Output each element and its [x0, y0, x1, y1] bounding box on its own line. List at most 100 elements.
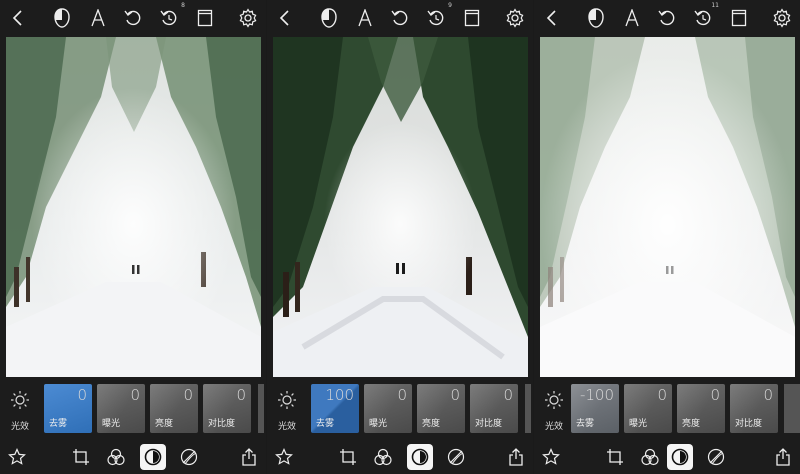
history-icon[interactable]: 8	[157, 2, 185, 30]
category-label: 光效	[277, 422, 296, 432]
undo-icon[interactable]	[388, 6, 412, 30]
contrast-label: 对比度	[475, 419, 503, 429]
next-tile-edge[interactable]	[784, 384, 800, 433]
undo-icon[interactable]	[121, 6, 145, 30]
history-count: 9	[448, 2, 452, 9]
exposure-tile[interactable]: 0 曝光	[624, 384, 672, 433]
adjust-icon[interactable]	[667, 444, 693, 470]
contrast-label: 对比度	[735, 419, 763, 429]
exposure-label: 曝光	[102, 419, 121, 429]
brightness-value: 0	[710, 386, 720, 404]
text-icon[interactable]	[353, 6, 377, 30]
contrast-tile[interactable]: 0 对比度	[470, 384, 518, 433]
star-icon[interactable]	[538, 444, 564, 470]
bottom-toolbar	[267, 440, 533, 474]
curves-icon[interactable]	[443, 444, 469, 470]
adjust-icon[interactable]	[140, 444, 166, 470]
contrast-value: 0	[503, 386, 513, 404]
settings-icon[interactable]	[503, 6, 527, 30]
brightness-tile[interactable]: 0 亮度	[677, 384, 725, 433]
settings-icon[interactable]	[236, 6, 260, 30]
category-label: 光效	[544, 422, 563, 432]
editor-screens: 8 光效 0 去雾 0 曝光 0 亮度 0 对比度 9 光效 100 去雾 0 …	[0, 0, 800, 474]
undo-icon[interactable]	[655, 6, 679, 30]
brightness-label: 亮度	[422, 419, 441, 429]
adjustment-strip: 光效 100 去雾 0 曝光 0 亮度 0 对比度	[267, 384, 533, 434]
crop-frame-icon[interactable]	[727, 6, 751, 30]
exposure-value: 0	[657, 386, 667, 404]
brightness-tile[interactable]: 0 亮度	[150, 384, 198, 433]
sun-icon[interactable]	[540, 386, 568, 414]
filters-icon[interactable]	[637, 444, 663, 470]
next-tile-edge[interactable]	[258, 384, 264, 433]
photo-preview[interactable]	[540, 37, 795, 377]
filters-icon[interactable]	[370, 444, 396, 470]
history-count: 8	[181, 2, 185, 9]
dehaze-label: 去雾	[49, 419, 68, 429]
bottom-toolbar	[534, 440, 800, 474]
back-icon[interactable]	[540, 6, 564, 30]
next-tile-edge[interactable]	[525, 384, 531, 433]
photo-preview[interactable]	[273, 37, 528, 377]
dehaze-value: 0	[77, 386, 87, 404]
share-icon[interactable]	[503, 444, 529, 470]
brightness-label: 亮度	[155, 419, 174, 429]
exposure-label: 曝光	[369, 419, 388, 429]
curves-icon[interactable]	[703, 444, 729, 470]
mask-icon[interactable]	[584, 6, 608, 30]
back-icon[interactable]	[273, 6, 297, 30]
dehaze-value: 100	[325, 386, 354, 404]
brightness-value: 0	[183, 386, 193, 404]
brightness-label: 亮度	[682, 419, 701, 429]
mask-icon[interactable]	[50, 6, 74, 30]
top-toolbar: 8	[0, 0, 266, 36]
back-icon[interactable]	[6, 6, 30, 30]
history-count: 11	[711, 2, 719, 9]
settings-icon[interactable]	[770, 6, 794, 30]
exposure-value: 0	[130, 386, 140, 404]
sun-icon[interactable]	[273, 386, 301, 414]
dehaze-tile[interactable]: 100 去雾	[311, 384, 359, 433]
bottom-toolbar	[0, 440, 266, 474]
sun-icon[interactable]	[6, 386, 34, 414]
contrast-value: 0	[763, 386, 773, 404]
mask-icon[interactable]	[317, 6, 341, 30]
contrast-tile[interactable]: 0 对比度	[730, 384, 778, 433]
adjust-icon[interactable]	[407, 444, 433, 470]
text-icon[interactable]	[620, 6, 644, 30]
text-icon[interactable]	[86, 6, 110, 30]
crop-frame-icon[interactable]	[193, 6, 217, 30]
star-icon[interactable]	[4, 444, 30, 470]
history-icon[interactable]: 9	[424, 2, 452, 30]
crop-icon[interactable]	[68, 444, 94, 470]
curves-icon[interactable]	[176, 444, 202, 470]
top-toolbar: 11	[534, 0, 800, 36]
crop-frame-icon[interactable]	[460, 6, 484, 30]
crop-icon[interactable]	[602, 444, 628, 470]
dehaze-label: 去雾	[576, 419, 595, 429]
dehaze-value: -100	[579, 386, 614, 404]
star-icon[interactable]	[271, 444, 297, 470]
exposure-label: 曝光	[629, 419, 648, 429]
adjustment-strip: 光效 0 去雾 0 曝光 0 亮度 0 对比度	[0, 384, 266, 434]
dehaze-label: 去雾	[316, 419, 335, 429]
contrast-label: 对比度	[208, 419, 236, 429]
exposure-tile[interactable]: 0 曝光	[97, 384, 145, 433]
crop-icon[interactable]	[335, 444, 361, 470]
history-icon[interactable]: 11	[691, 2, 719, 30]
share-icon[interactable]	[236, 444, 262, 470]
photo-preview[interactable]	[6, 37, 261, 377]
brightness-tile[interactable]: 0 亮度	[417, 384, 465, 433]
brightness-value: 0	[450, 386, 460, 404]
dehaze-tile[interactable]: 0 去雾	[44, 384, 92, 433]
dehaze-tile[interactable]: -100 去雾	[571, 384, 619, 433]
editor-panel-1: 8 光效 0 去雾 0 曝光 0 亮度 0 对比度	[0, 0, 266, 474]
exposure-tile[interactable]: 0 曝光	[364, 384, 412, 433]
filters-icon[interactable]	[103, 444, 129, 470]
contrast-tile[interactable]: 0 对比度	[203, 384, 251, 433]
contrast-value: 0	[236, 386, 246, 404]
exposure-value: 0	[397, 386, 407, 404]
editor-panel-3: 11 光效 -100 去雾 0 曝光 0 亮度 0 对比度	[534, 0, 800, 474]
share-icon[interactable]	[770, 444, 796, 470]
top-toolbar: 9	[267, 0, 533, 36]
